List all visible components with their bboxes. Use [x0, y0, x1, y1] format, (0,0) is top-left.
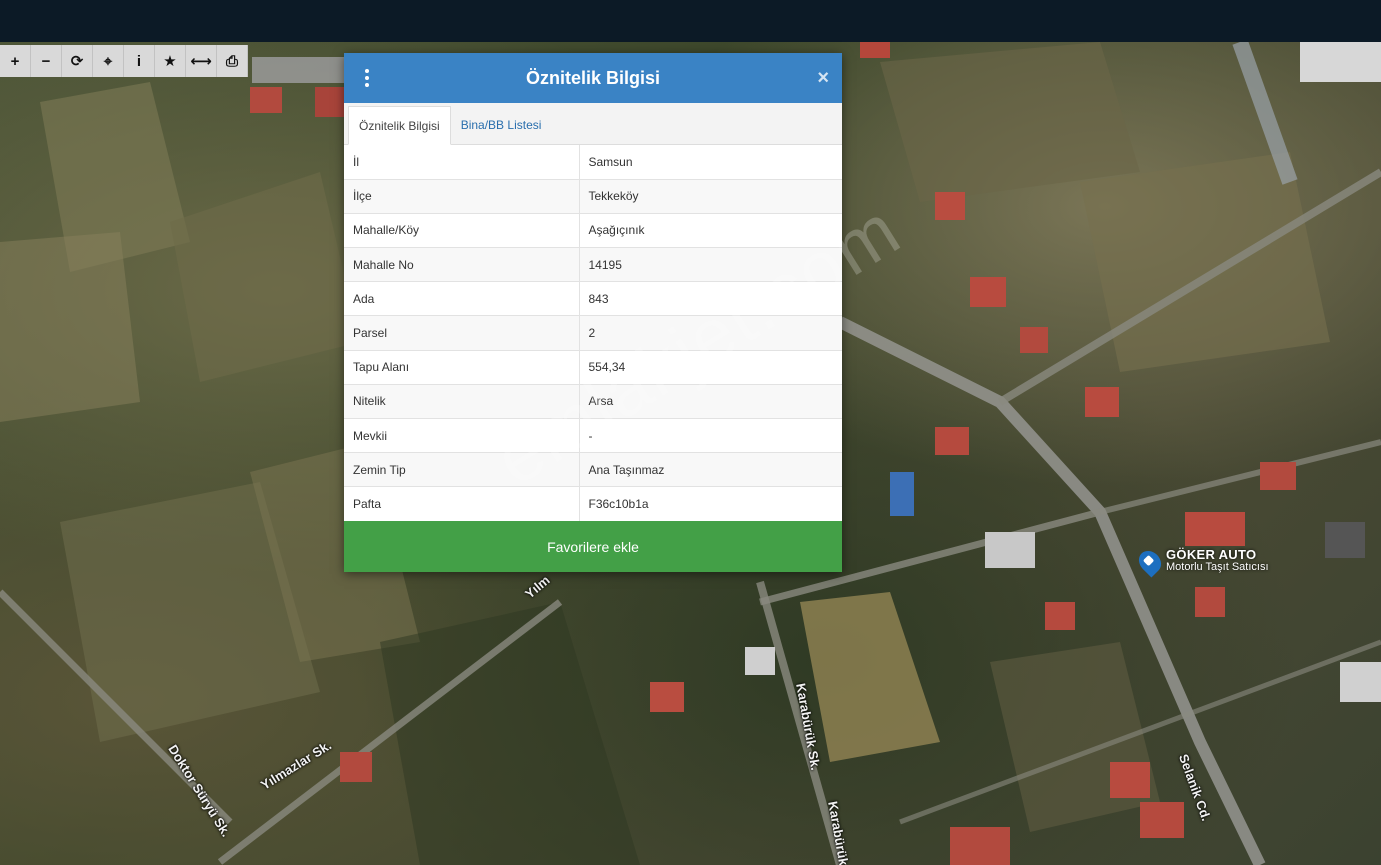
- tab-building-list[interactable]: Bina/BB Listesi: [451, 106, 552, 144]
- table-row: İl Samsun: [344, 145, 842, 180]
- table-row: Mahalle/Köy Aşağıçınık: [344, 213, 842, 249]
- favorite-tool-button[interactable]: ★: [155, 45, 186, 77]
- attr-key: Pafta: [344, 486, 580, 522]
- info-icon: i: [136, 52, 142, 70]
- attr-key: İlçe: [344, 179, 580, 214]
- poi-marker[interactable]: GÖKER AUTO Motorlu Taşıt Satıcısı: [1134, 546, 1269, 578]
- vertical-dots-menu-icon[interactable]: [362, 69, 372, 87]
- add-to-favorites-button[interactable]: Favorilere ekle: [344, 521, 842, 572]
- minus-icon: −: [41, 52, 51, 70]
- tab-attribute-info[interactable]: Öznitelik Bilgisi: [348, 106, 451, 145]
- crosshair-icon: ⌖: [103, 52, 113, 70]
- info-button[interactable]: i: [124, 45, 155, 77]
- star-icon: ★: [163, 53, 177, 70]
- attr-key: Mahalle No: [344, 247, 580, 283]
- print-button[interactable]: ⎙: [217, 45, 248, 77]
- poi-type: Motorlu Taşıt Satıcısı: [1166, 561, 1269, 573]
- zoom-out-button[interactable]: −: [31, 45, 62, 77]
- arrows-horizontal-icon: ⟷: [190, 53, 212, 70]
- attr-key: Mahalle/Köy: [344, 213, 580, 249]
- attr-value: Tekkeköy: [579, 179, 842, 214]
- attr-key: Parsel: [344, 315, 580, 351]
- modal-title: Öznitelik Bilgisi: [525, 67, 661, 88]
- print-icon: ⎙: [225, 52, 238, 70]
- attr-key: İl: [344, 145, 580, 180]
- poi-name: GÖKER AUTO: [1166, 547, 1257, 562]
- attr-value: F36c10b1a: [579, 486, 842, 522]
- shop-pin-icon: [1134, 546, 1166, 578]
- plus-icon: +: [10, 52, 20, 70]
- modal-header: Öznitelik Bilgisi ×: [344, 53, 842, 103]
- map-toolbar: + − ⟳ ⌖ i ★ ⟷ ⎙: [0, 45, 248, 77]
- locate-button[interactable]: ⌖: [93, 45, 124, 77]
- attr-key: Ada: [344, 281, 580, 317]
- refresh-button[interactable]: ⟳: [62, 45, 93, 77]
- modal-tabs: Öznitelik Bilgisi Bina/BB Listesi: [344, 103, 842, 145]
- close-icon[interactable]: ×: [817, 66, 829, 90]
- top-bar: [0, 0, 1381, 42]
- table-row: Pafta F36c10b1a: [344, 486, 842, 522]
- attr-key: Tapu Alanı: [344, 350, 580, 385]
- measure-button[interactable]: ⟷: [186, 45, 217, 77]
- refresh-icon: ⟳: [70, 53, 84, 70]
- attr-value: Samsun: [579, 145, 842, 180]
- attr-value: Ana Taşınmaz: [579, 452, 842, 488]
- table-row: İlçe Tekkeköy: [344, 179, 842, 214]
- zoom-in-button[interactable]: +: [0, 45, 31, 77]
